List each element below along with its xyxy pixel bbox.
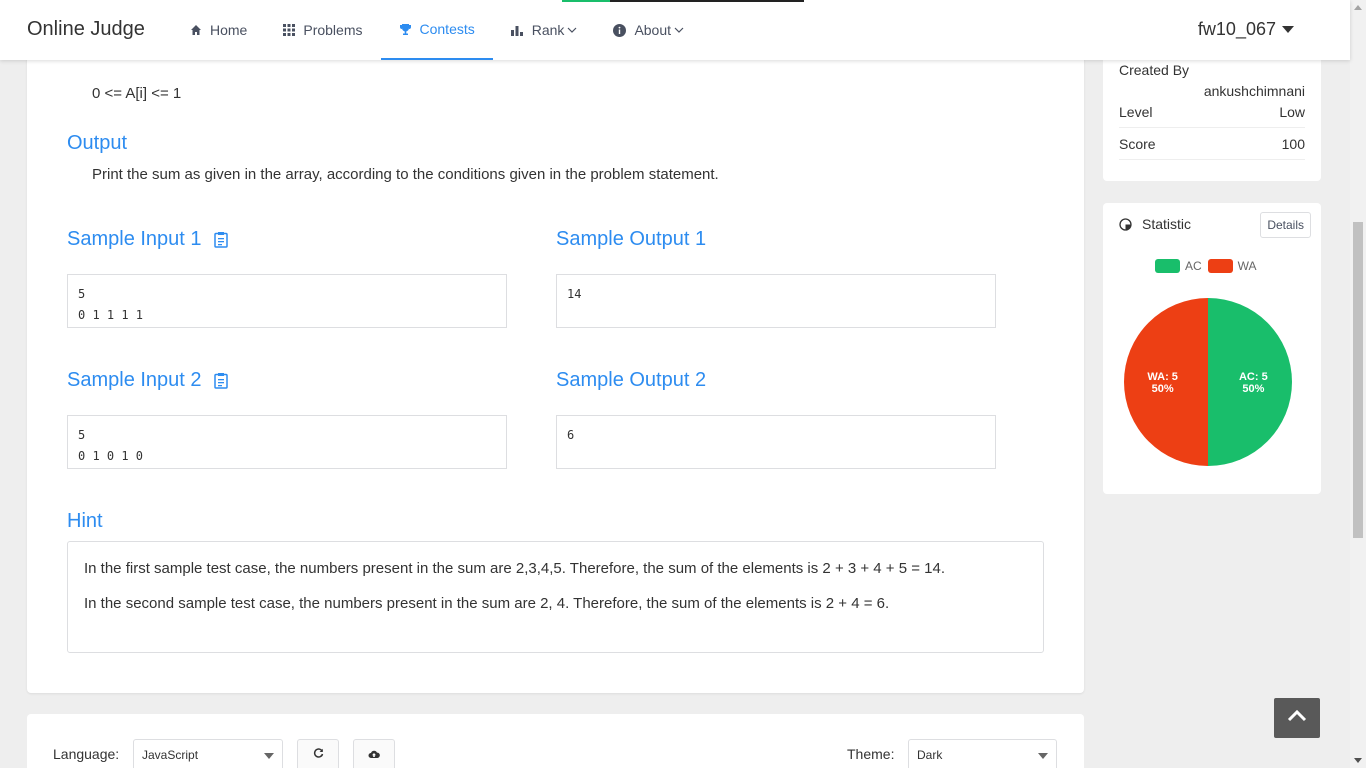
sample-input-1-label: Sample Input 1 — [67, 228, 202, 250]
statistic-header: Statistic — [1119, 216, 1191, 232]
legend-item-ac[interactable]: AC — [1155, 259, 1202, 273]
theme-select[interactable]: Dark — [908, 739, 1057, 768]
output-title-text: Output — [67, 132, 128, 154]
statistic-pie-chart: AC: 550%WA: 550% — [1124, 298, 1292, 466]
sample-input-1-box: 5 0 1 1 1 1 — [67, 274, 507, 328]
loading-progress-bar — [562, 0, 804, 2]
hint-line-2: In the second sample test case, the numb… — [84, 595, 890, 612]
sample-output-2-title: Sample Output 2 — [556, 369, 706, 392]
nav-home-label: Home — [210, 22, 248, 38]
legend-swatch-wa — [1207, 259, 1233, 273]
select-arrow-icon — [264, 753, 274, 759]
bar-chart-icon — [510, 24, 524, 36]
nav-problems-label: Problems — [303, 22, 363, 38]
sample-output-1-title: Sample Output 1 — [556, 228, 706, 251]
sample-input-1-title: Sample Input 1 — [67, 228, 228, 251]
select-arrow-icon — [1038, 753, 1048, 759]
hint-box: In the first sample test case, the numbe… — [67, 541, 1044, 653]
theme-select-value: Dark — [917, 748, 943, 762]
level-row: Level Low — [1119, 104, 1305, 128]
nav-about[interactable]: About — [595, 0, 702, 60]
home-icon — [190, 24, 202, 36]
details-button[interactable]: Details — [1260, 212, 1311, 238]
sample-input-2-title: Sample Input 2 — [67, 369, 228, 392]
top-navbar: Online Judge Home Problems Contests Rank — [0, 0, 1350, 60]
trophy-icon — [399, 23, 412, 36]
nav-home[interactable]: Home — [172, 0, 265, 60]
hint-title: Hint — [67, 510, 103, 533]
legend-label-ac: AC — [1185, 259, 1202, 273]
sample-output-1-box: 14 — [556, 274, 996, 328]
nav-about-label: About — [634, 22, 672, 38]
legend-label-wa: WA — [1237, 259, 1257, 273]
pie-chart-icon — [1119, 217, 1132, 231]
pie-label-wa-count: WA: 5 — [1147, 371, 1178, 383]
output-title: Output — [67, 132, 127, 155]
score-row: Score 100 — [1119, 136, 1305, 160]
back-to-top-button[interactable] — [1274, 698, 1320, 738]
language-label: Language: — [53, 746, 120, 762]
info-icon — [613, 23, 627, 37]
sample-input-2-label: Sample Input 2 — [67, 369, 202, 391]
refresh-icon — [313, 746, 324, 764]
grid-icon — [283, 24, 296, 36]
output-description: Print the sum as given in the array, acc… — [92, 166, 719, 183]
problem-info-card: Created By ankushchimnani Level Low Scor… — [1103, 40, 1321, 181]
sample-output-2-box: 6 — [556, 415, 996, 469]
nav-contests-label: Contests — [419, 21, 475, 37]
clipboard-icon[interactable] — [213, 372, 228, 389]
code-editor-card: Language: JavaScript Theme: Dark — [27, 714, 1084, 768]
input-constraint: 0 <= A[i] <= 1 — [92, 85, 182, 102]
legend-item-wa[interactable]: WA — [1207, 259, 1257, 273]
username: fw10_067 — [1197, 19, 1276, 39]
nav-rank-label: Rank — [531, 22, 565, 38]
sample-output-1-label: Sample Output 1 — [556, 228, 707, 250]
scrollbar-thumb[interactable] — [1353, 222, 1363, 538]
chevron-down-icon — [567, 27, 577, 34]
chevron-up-icon — [1287, 709, 1307, 727]
pie-label-wa-percent: 50% — [1152, 383, 1174, 395]
scroll-down-arrow[interactable] — [1354, 758, 1362, 763]
chart-legend: AC WA — [1155, 259, 1263, 273]
hint-line-1: In the first sample test case, the numbe… — [84, 560, 946, 577]
nav-contests[interactable]: Contests — [380, 0, 493, 60]
user-menu[interactable]: fw10_067 — [1198, 19, 1294, 40]
site-logo[interactable]: Online Judge — [27, 18, 145, 41]
created-by-label: Created By — [1119, 62, 1190, 78]
hint-title-text: Hint — [67, 510, 103, 532]
theme-label: Theme: — [847, 746, 895, 762]
chevron-down-icon — [674, 27, 684, 34]
nav-problems[interactable]: Problems — [265, 0, 380, 60]
language-select[interactable]: JavaScript — [133, 739, 283, 768]
problem-card: 0 <= A[i] <= 1 Output Print the sum as g… — [27, 40, 1084, 693]
level-label: Level — [1119, 104, 1153, 120]
reset-code-button[interactable] — [297, 739, 339, 768]
sample-input-2-box: 5 0 1 0 1 0 — [67, 415, 507, 469]
sample-output-2-label: Sample Output 2 — [556, 369, 707, 391]
score-label: Score — [1119, 136, 1156, 152]
legend-swatch-ac — [1155, 259, 1180, 273]
nav-rank[interactable]: Rank — [493, 0, 596, 60]
caret-down-icon — [1282, 26, 1294, 33]
pie-label-ac-count: AC: 5 — [1239, 371, 1268, 383]
loading-progress-fill — [562, 0, 610, 2]
level-value: Low — [1279, 104, 1305, 120]
main-nav: Home Problems Contests Rank About — [172, 0, 702, 60]
scroll-up-arrow[interactable] — [1354, 5, 1362, 10]
created-by-value: ankushchimnani — [1203, 83, 1305, 99]
cloud-upload-icon — [368, 746, 380, 764]
language-select-value: JavaScript — [142, 748, 199, 762]
statistic-title: Statistic — [1142, 216, 1192, 232]
page-scrollbar[interactable] — [1350, 0, 1366, 768]
upload-code-button[interactable] — [353, 739, 395, 768]
clipboard-icon[interactable] — [213, 231, 228, 248]
pie-label-ac-percent: 50% — [1242, 383, 1264, 395]
statistic-card: Statistic Details AC WA AC: 5 50% WA: 5 50% — [1103, 203, 1321, 494]
score-value: 100 — [1281, 136, 1305, 152]
